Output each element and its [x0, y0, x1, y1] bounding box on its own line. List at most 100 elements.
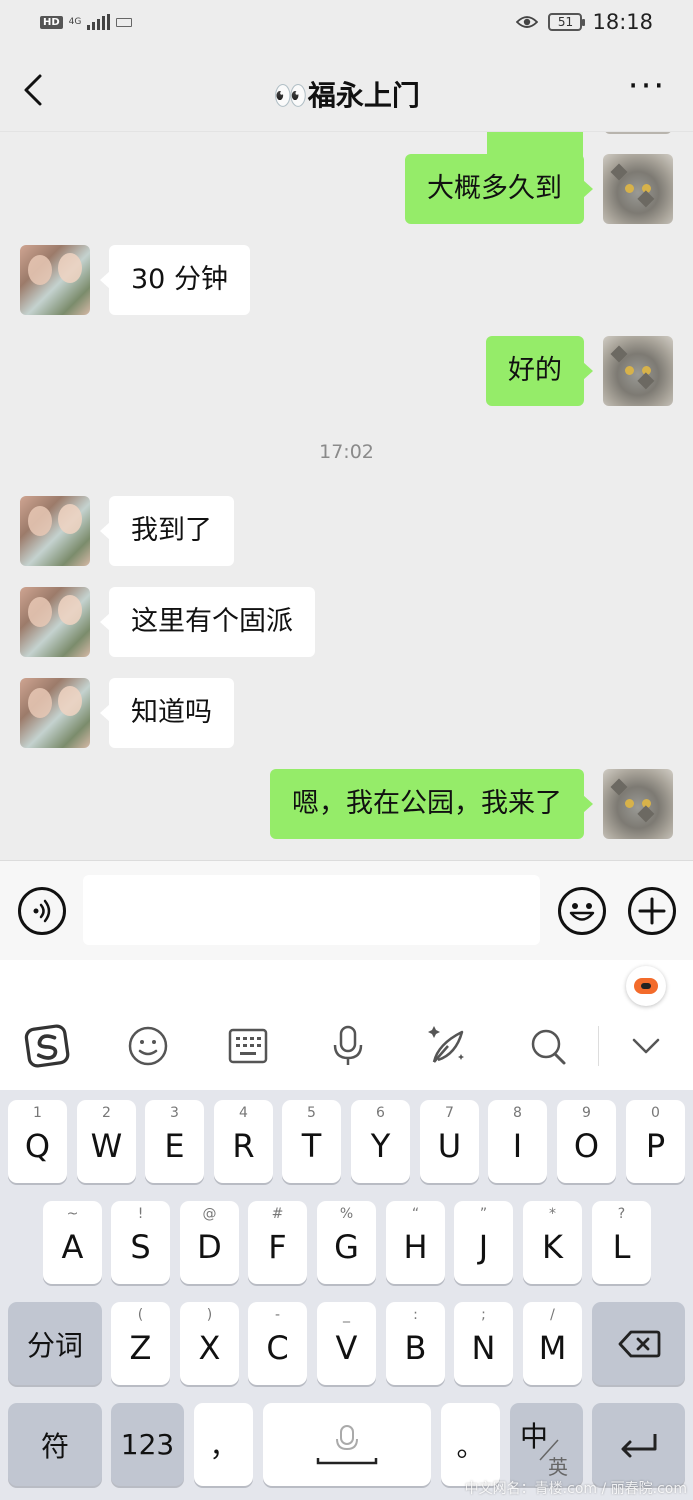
key-t[interactable]: 5T	[282, 1100, 341, 1183]
key-j[interactable]: ” J	[454, 1201, 513, 1284]
backspace-key[interactable]	[592, 1302, 685, 1385]
emoji-icon[interactable]	[124, 1022, 172, 1070]
key-hint: #	[271, 1206, 284, 1222]
key-hint: _	[343, 1307, 350, 1323]
status-left: HD 4G	[40, 14, 133, 30]
microphone-icon[interactable]	[324, 1022, 372, 1070]
key-q[interactable]: 1Q	[8, 1100, 67, 1183]
my-avatar[interactable]	[603, 769, 673, 839]
message-bubble-incoming[interactable]: 知道吗	[100, 678, 234, 748]
voice-input-button[interactable]	[18, 887, 66, 935]
numbers-key[interactable]: 123	[111, 1403, 184, 1486]
message-row-outgoing: 大概多久到	[0, 154, 693, 224]
status-bar: HD 4G 51 18:18	[0, 0, 693, 50]
key-h[interactable]: “H	[386, 1201, 445, 1284]
key-p[interactable]: 0P	[626, 1100, 685, 1183]
input-bar	[0, 860, 693, 960]
message-bubble-outgoing[interactable]: 大概多久到	[405, 154, 593, 224]
key-r[interactable]: 4R	[214, 1100, 273, 1183]
key-letter: G	[334, 1228, 359, 1266]
handwriting-icon[interactable]	[424, 1022, 472, 1070]
key-a[interactable]: ~ A	[43, 1201, 102, 1284]
space-key[interactable]	[263, 1403, 431, 1486]
message-bubble-outgoing[interactable]: 嗯，我在公园，我来了	[270, 769, 593, 839]
key-letter: E	[164, 1127, 185, 1165]
key-hint: :	[413, 1307, 418, 1323]
clock: 18:18	[592, 10, 653, 34]
key-hint: ”	[479, 1206, 488, 1222]
key-x[interactable]: ) X	[180, 1302, 239, 1385]
sogou-logo-icon[interactable]	[24, 1022, 72, 1070]
keyboard-icon[interactable]	[224, 1022, 272, 1070]
key-n[interactable]: ; N	[454, 1302, 513, 1385]
segment-key[interactable]: 分词	[8, 1302, 102, 1385]
key-d[interactable]: @ D	[180, 1201, 239, 1284]
message-list[interactable]: 大概多久到 30 分钟 好的 17:02 我到了 这里有个固派 知道吗 嗯，我在…	[0, 132, 693, 860]
friend-avatar[interactable]	[20, 587, 90, 657]
eye-icon	[516, 16, 539, 28]
key-w[interactable]: 2W	[77, 1100, 136, 1183]
message-bubble-outgoing[interactable]: 好的	[486, 336, 593, 406]
key-letter: C	[266, 1329, 289, 1367]
key-hint: 7	[445, 1105, 454, 1121]
message-bubble-incoming[interactable]: 30 分钟	[100, 245, 250, 315]
key-g[interactable]: % G	[317, 1201, 376, 1284]
key-m[interactable]: / M	[523, 1302, 582, 1385]
key-letter: B	[404, 1329, 427, 1367]
key-hint: ?	[617, 1206, 626, 1222]
emoji-button[interactable]	[558, 887, 606, 935]
message-bubble-incoming[interactable]: 这里有个固派	[100, 587, 315, 657]
previous-avatar-edge	[604, 132, 672, 134]
friend-avatar[interactable]	[20, 678, 90, 748]
key-hint: -	[274, 1307, 281, 1323]
my-avatar[interactable]	[603, 154, 673, 224]
key-hint: 8	[513, 1105, 522, 1121]
key-y[interactable]: 6Y	[351, 1100, 410, 1183]
network-type: 4G	[68, 16, 82, 27]
key-o[interactable]: 9O	[557, 1100, 616, 1183]
key-hint: ;	[481, 1307, 486, 1323]
key-f[interactable]: # F	[248, 1201, 307, 1284]
ime-mascot-icon[interactable]	[626, 966, 666, 1006]
enter-key[interactable]	[592, 1403, 685, 1486]
more-options-button[interactable]: ···	[627, 69, 667, 106]
key-i[interactable]: 8I	[488, 1100, 547, 1183]
message-row-incoming: 我到了	[0, 496, 693, 566]
key-letter: W	[90, 1127, 123, 1165]
my-avatar[interactable]	[603, 336, 673, 406]
friend-avatar[interactable]	[20, 245, 90, 315]
key-letter: P	[645, 1127, 666, 1165]
key-letter: Z	[129, 1329, 152, 1367]
smiley-icon	[569, 903, 595, 921]
more-functions-button[interactable]	[628, 887, 676, 935]
key-u[interactable]: 7U	[420, 1100, 479, 1183]
key-e[interactable]: 3E	[145, 1100, 204, 1183]
key-hint: 4	[239, 1105, 248, 1121]
key-s[interactable]: ! S	[111, 1201, 170, 1284]
message-bubble-incoming[interactable]: 我到了	[100, 496, 234, 566]
key-hint: (	[137, 1307, 144, 1323]
search-icon[interactable]	[524, 1022, 572, 1070]
symbols-key[interactable]: 符	[8, 1403, 102, 1486]
key-letter: X	[198, 1329, 221, 1367]
key-k[interactable]: * K	[523, 1201, 582, 1284]
friend-avatar[interactable]	[20, 496, 90, 566]
comma-key[interactable]: ，	[194, 1403, 253, 1486]
language-switch-key[interactable]: 中 英	[510, 1403, 583, 1486]
key-letter: H	[403, 1228, 428, 1266]
key-l[interactable]: ? L	[592, 1201, 651, 1284]
message-row-incoming: 这里有个固派	[0, 587, 693, 657]
voice-icon	[33, 899, 51, 923]
key-c[interactable]: -C	[248, 1302, 307, 1385]
key-z[interactable]: (Z	[111, 1302, 170, 1385]
period-key[interactable]: 。	[441, 1403, 500, 1486]
collapse-chevron-icon[interactable]	[622, 1022, 670, 1070]
key-hint: 0	[651, 1105, 660, 1121]
numbers-key-label: 123	[120, 1428, 175, 1461]
key-letter: D	[197, 1228, 222, 1266]
message-input[interactable]	[83, 875, 540, 945]
chat-header: 👀福永上门 ···	[0, 50, 693, 132]
key-letter: R	[232, 1127, 255, 1165]
key-b[interactable]: :B	[386, 1302, 445, 1385]
key-v[interactable]: _ V	[317, 1302, 376, 1385]
